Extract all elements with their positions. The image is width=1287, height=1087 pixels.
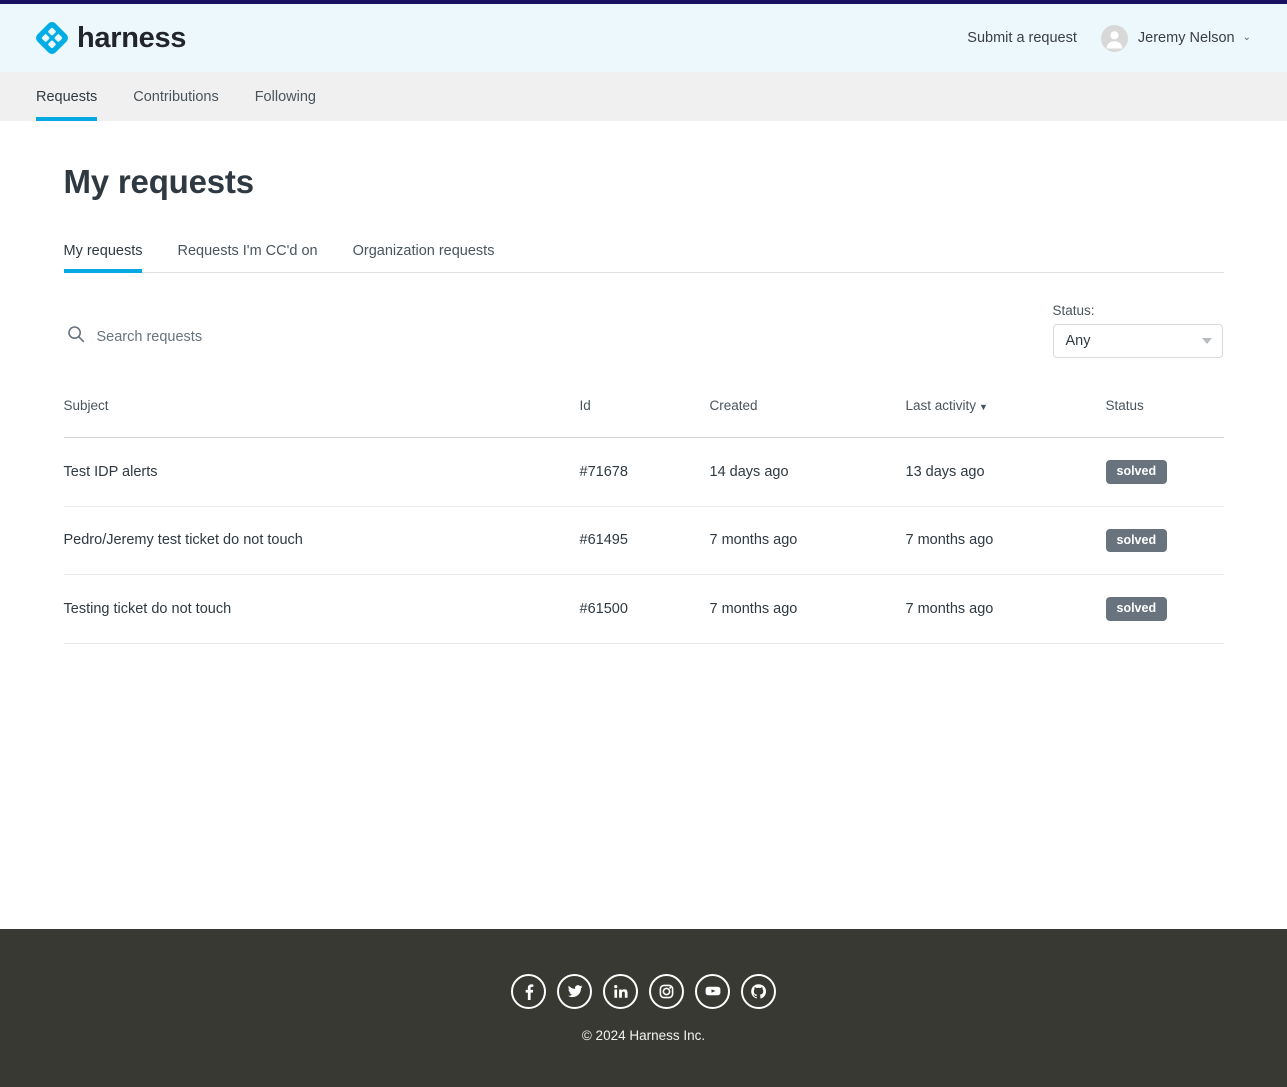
requests-table-head: Subject Id Created Last activity▼ Status [64,398,1224,438]
request-subject-link[interactable]: Testing ticket do not touch [64,601,232,617]
site-header: harness Submit a request Jeremy Nelson ⌄ [0,4,1287,72]
cell-subject: Pedro/Jeremy test ticket do not touch [64,506,580,575]
cell-status: solved [1106,438,1224,507]
status-filter-label: Status: [1053,303,1223,318]
search-requests-group[interactable] [65,315,485,358]
filter-row: Status: Any [64,303,1224,358]
harness-diamond-logo-icon [36,22,68,54]
request-subject-link[interactable]: Pedro/Jeremy test ticket do not touch [64,532,303,548]
user-menu[interactable]: Jeremy Nelson ⌄ [1101,25,1251,52]
cell-created: 7 months ago [710,506,906,575]
table-row: Pedro/Jeremy test ticket do not touch #6… [64,506,1224,575]
status-select-shell: Any [1053,324,1223,358]
brand-logo-link[interactable]: harness [36,22,186,54]
social-links-row [511,974,776,1009]
page-title: My requests [64,163,1224,201]
nav-item-contributions[interactable]: Contributions [133,72,218,121]
search-icon [67,325,85,348]
cell-created: 14 days ago [710,438,906,507]
cell-subject: Testing ticket do not touch [64,575,580,644]
main-content: My requests My requests Requests I'm CC'… [64,163,1224,644]
linkedin-icon[interactable] [603,974,638,1009]
cell-id: #61495 [580,506,710,575]
subtab-my-requests[interactable]: My requests [64,243,143,272]
table-row: Testing ticket do not touch #61500 7 mon… [64,575,1224,644]
column-header-created[interactable]: Created [710,398,906,438]
cell-id: #61500 [580,575,710,644]
cell-last-activity: 13 days ago [906,438,1106,507]
cell-created: 7 months ago [710,575,906,644]
column-header-status[interactable]: Status [1106,398,1224,438]
cell-id: #71678 [580,438,710,507]
column-header-last-activity[interactable]: Last activity▼ [906,398,1106,438]
status-badge: solved [1106,597,1168,621]
cell-status: solved [1106,506,1224,575]
status-badge: solved [1106,460,1168,484]
subtab-requests-ccd-on[interactable]: Requests I'm CC'd on [177,243,317,272]
site-footer: © 2024 Harness Inc. [0,929,1287,1087]
column-header-id[interactable]: Id [580,398,710,438]
column-header-last-activity-label: Last activity [906,398,977,413]
request-subtabs: My requests Requests I'm CC'd on Organiz… [64,243,1224,273]
status-select[interactable]: Any [1053,324,1223,358]
cell-subject: Test IDP alerts [64,438,580,507]
cell-status: solved [1106,575,1224,644]
search-input[interactable] [97,329,477,345]
youtube-icon[interactable] [695,974,730,1009]
user-avatar-icon [1101,25,1128,52]
facebook-icon[interactable] [511,974,546,1009]
chevron-down-icon: ⌄ [1243,33,1251,43]
status-badge: solved [1106,529,1168,553]
cell-last-activity: 7 months ago [906,506,1106,575]
status-filter-group: Status: Any [1053,303,1223,358]
instagram-icon[interactable] [649,974,684,1009]
requests-table: Subject Id Created Last activity▼ Status… [64,398,1224,644]
twitter-icon[interactable] [557,974,592,1009]
submit-a-request-link[interactable]: Submit a request [967,30,1077,46]
github-icon[interactable] [741,974,776,1009]
nav-item-requests[interactable]: Requests [36,72,97,121]
nav-item-following[interactable]: Following [255,72,316,121]
table-row: Test IDP alerts #71678 14 days ago 13 da… [64,438,1224,507]
copyright-text: © 2024 Harness Inc. [582,1028,705,1043]
header-right-group: Submit a request Jeremy Nelson ⌄ [967,25,1251,52]
column-header-subject[interactable]: Subject [64,398,580,438]
content-area: My requests My requests Requests I'm CC'… [0,163,1287,783]
cell-last-activity: 7 months ago [906,575,1106,644]
request-subject-link[interactable]: Test IDP alerts [64,464,158,480]
subtab-organization-requests[interactable]: Organization requests [353,243,495,272]
table-header-row: Subject Id Created Last activity▼ Status [64,398,1224,438]
primary-navigation: Requests Contributions Following [0,72,1287,121]
requests-table-body: Test IDP alerts #71678 14 days ago 13 da… [64,438,1224,644]
user-name-label: Jeremy Nelson [1138,30,1235,46]
brand-name: harness [77,24,186,53]
sort-descending-caret-icon: ▼ [979,402,988,412]
